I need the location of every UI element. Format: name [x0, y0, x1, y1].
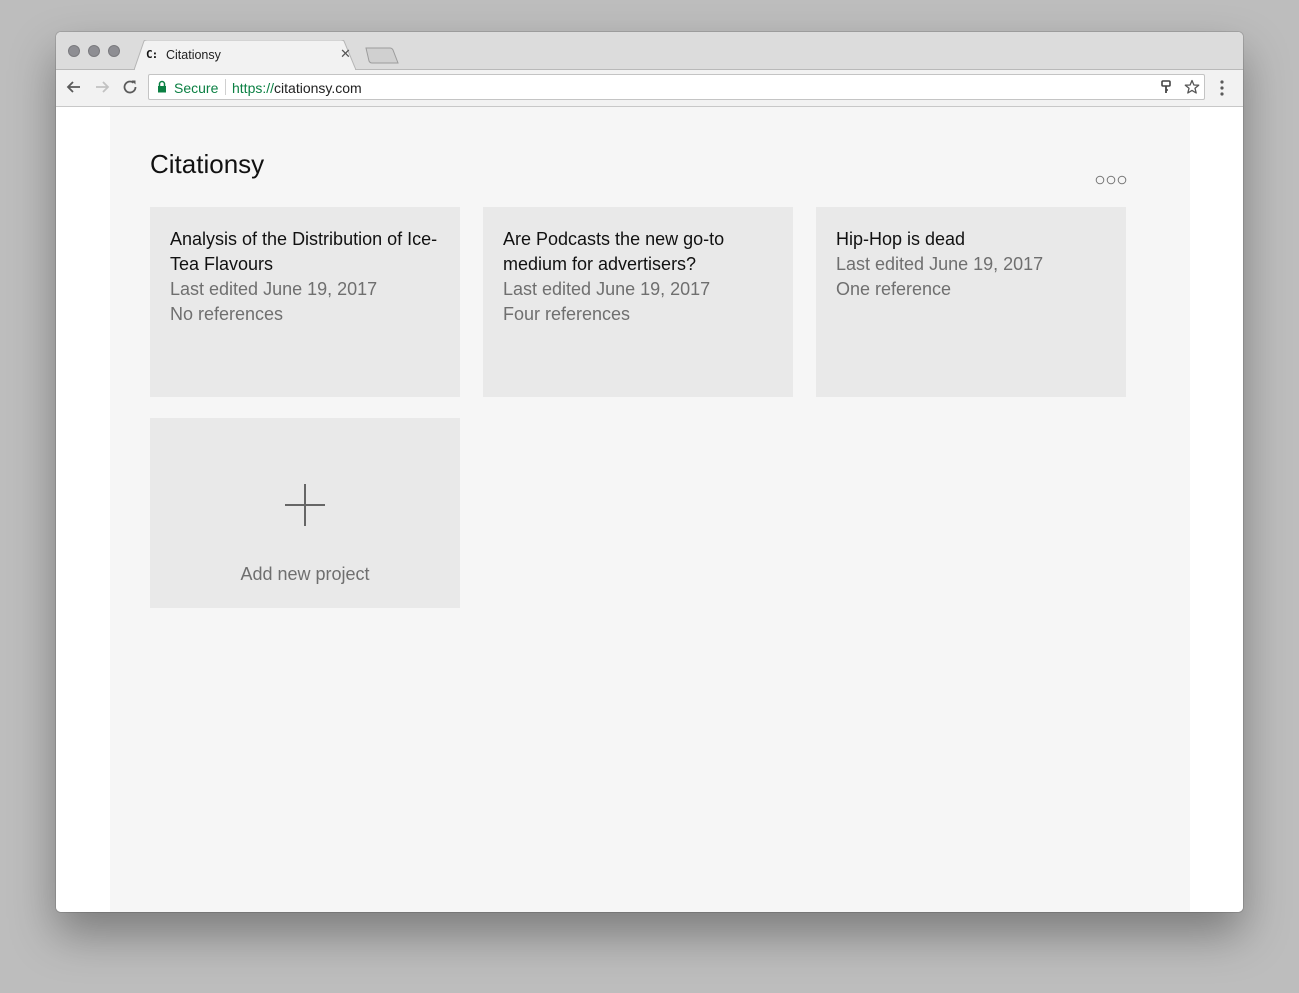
more-dots-icon[interactable] — [1095, 174, 1127, 186]
browser-tab-active[interactable]: C: Citationsy ✕ — [134, 40, 356, 70]
project-edited: Last edited June 19, 2017 — [503, 279, 711, 299]
project-references: No references — [170, 304, 284, 324]
browser-window: C: Citationsy ✕ Secure https://citations… — [56, 32, 1243, 912]
close-icon[interactable]: ✕ — [340, 46, 351, 62]
menu-dots-icon[interactable] — [1219, 80, 1225, 96]
project-references: One reference — [836, 279, 952, 299]
project-card[interactable]: Are Podcasts the new go-to medium for ad… — [483, 207, 793, 397]
lock-icon — [158, 80, 166, 93]
forward-arrow-icon[interactable] — [93, 78, 111, 96]
page-viewport: Citationsy Analysis of the Distribution … — [56, 107, 1243, 912]
tab-title: Citationsy — [166, 48, 221, 62]
browser-toolbar: Secure https://citationsy.com — [56, 70, 1243, 107]
key-icon[interactable] — [1159, 79, 1173, 95]
project-edited: Last edited June 19, 2017 — [836, 254, 1044, 274]
close-window-button[interactable] — [68, 45, 80, 57]
favicon-icon: C: — [146, 48, 158, 61]
address-bar[interactable]: Secure https://citationsy.com — [148, 74, 1205, 100]
app-title: Citationsy — [150, 149, 265, 179]
app-content: Citationsy Analysis of the Distribution … — [110, 107, 1190, 912]
plus-icon — [285, 484, 325, 526]
url-text: https://citationsy.com — [232, 80, 362, 96]
project-references: Four references — [503, 304, 631, 324]
minimize-window-button[interactable] — [88, 45, 100, 57]
project-card[interactable]: Hip-Hop is dead Last edited June 19, 201… — [816, 207, 1126, 397]
new-tab-icon — [365, 47, 399, 64]
tab-strip: C: Citationsy ✕ — [56, 32, 1243, 70]
add-project-label: Add new project — [240, 564, 370, 584]
back-arrow-icon[interactable] — [65, 78, 83, 96]
address-separator — [225, 79, 226, 95]
zoom-window-button[interactable] — [108, 45, 120, 57]
project-title: Are Podcasts the new go-to medium for ad… — [503, 229, 725, 274]
project-edited: Last edited June 19, 2017 — [170, 279, 378, 299]
add-project-card[interactable]: Add new project — [150, 418, 460, 608]
project-card[interactable]: Analysis of the Distribution of Ice-Tea … — [150, 207, 460, 397]
project-card-body: Are Podcasts the new go-to medium for ad… — [503, 227, 773, 327]
project-card-body: Analysis of the Distribution of Ice-Tea … — [170, 227, 440, 327]
star-icon[interactable] — [1184, 79, 1200, 95]
reload-icon[interactable] — [121, 78, 139, 96]
url-host: citationsy.com — [274, 80, 362, 96]
new-tab-button[interactable] — [364, 47, 400, 70]
project-title: Hip-Hop is dead — [836, 229, 966, 249]
secure-label: Secure — [174, 80, 219, 96]
project-card-body: Hip-Hop is dead Last edited June 19, 201… — [836, 227, 1106, 302]
project-title: Analysis of the Distribution of Ice-Tea … — [170, 229, 438, 274]
url-scheme: https:// — [232, 80, 275, 96]
